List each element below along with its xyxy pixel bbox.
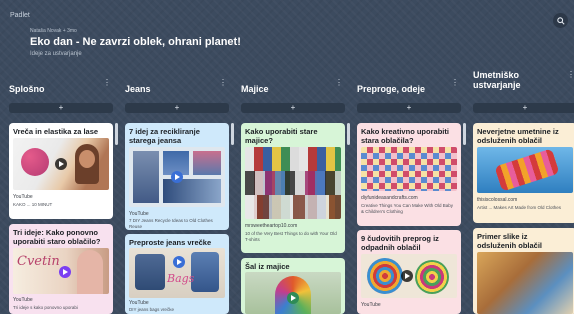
column-title: Majice (241, 84, 269, 94)
post-source: mrsweetheartop10.com (245, 223, 298, 229)
board-header: Padlet Nataša Novak + 3mo Eko dan - Ne z… (0, 0, 574, 78)
post-description: 10 of the Very Best Things to do with Yo… (245, 231, 337, 242)
column-menu-icon[interactable]: ⋮ (103, 78, 111, 87)
board-subtitle: Ideje za ustvarjanje (30, 51, 82, 57)
post-thumbnail[interactable]: Bags (129, 248, 225, 298)
search-icon (556, 16, 565, 25)
play-icon[interactable] (401, 270, 413, 282)
play-icon[interactable] (171, 171, 183, 183)
column-title: Umetniško ustvarjanje (473, 70, 521, 90)
post-card[interactable]: 9 čudovitih preprog iz odpadnih oblačil … (357, 230, 461, 314)
add-post-button[interactable]: + (241, 103, 345, 113)
post-description: Creative Things You Can Make With Old Ba… (361, 203, 453, 214)
post-thumbnail[interactable] (477, 147, 573, 193)
post-card[interactable]: 7 idej za recikliranje starega jeansa Yo… (125, 123, 229, 230)
scrollbar[interactable] (347, 123, 350, 145)
scrollbar[interactable] (115, 123, 118, 145)
post-description: KAKO ... 10 MINUT (13, 202, 53, 207)
post-thumbnail[interactable] (361, 147, 457, 191)
post-card[interactable]: Tri ideje: Kako ponovno uporabiti staro … (9, 224, 113, 314)
post-thumbnail[interactable]: Cvetin (13, 248, 109, 294)
post-title: Kako uporabiti stare majice? (245, 127, 318, 145)
post-source: YouTube (129, 300, 149, 306)
post-source: YouTube (361, 302, 381, 308)
post-source: YouTube (13, 297, 33, 303)
column-title: Jeans (125, 84, 151, 94)
post-title: Vreča in elastika za lase (13, 127, 99, 136)
column-splosno: Splošno ⋮ + Vreča in elastika za lase Yo… (9, 78, 113, 314)
post-description: Tri ideje s kako ponovno uporabi (13, 305, 78, 310)
add-post-button[interactable]: + (357, 103, 461, 113)
play-icon[interactable] (59, 266, 71, 278)
padlet-logo[interactable]: Padlet (10, 12, 30, 19)
column-menu-icon[interactable]: ⋮ (219, 78, 227, 87)
post-source: diyfunideasandcrafts.com (361, 195, 418, 201)
column-title: Preproge, odeje (357, 84, 426, 94)
post-card[interactable]: Kako uporabiti stare majice? mrsweethear… (241, 123, 345, 253)
search-button[interactable] (553, 13, 568, 28)
post-description: DIY jeans bags vrečke (129, 307, 174, 312)
post-description: 7 DIY Jeans Recycle Ideas to Old Clothes… (129, 218, 213, 229)
post-title: Preproste jeans vrečke (129, 238, 212, 247)
add-post-button[interactable]: + (125, 103, 229, 113)
column-menu-icon[interactable]: ⋮ (451, 78, 459, 87)
column-umetnisko-ustvarjanje: Umetniško ustvarjanje ⋮ + Neverjetne ume… (473, 70, 574, 314)
post-description: Artist ... Makes Art Made from Old Cloth… (477, 205, 562, 210)
post-card[interactable]: Šal iz majice (241, 258, 345, 314)
post-title: 7 idej za recikliranje starega jeansa (129, 127, 200, 145)
post-source: thisiscolossal.com (477, 197, 518, 203)
post-thumbnail[interactable] (245, 272, 341, 314)
post-title: Primer slike iz odsluženih oblačil (477, 232, 543, 250)
board-title: Eko dan - Ne zavrzi oblek, ohrani planet… (30, 36, 241, 48)
play-icon[interactable] (173, 256, 185, 268)
post-card[interactable]: Primer slike iz odsluženih oblačil (473, 228, 574, 314)
post-title: Tri ideje: Kako ponovno uporabiti staro … (13, 228, 101, 246)
post-card[interactable]: Vreča in elastika za lase YouTube KAKO .… (9, 123, 113, 219)
board-meta: Nataša Novak + 3mo (30, 28, 77, 34)
post-thumbnail[interactable] (477, 252, 573, 314)
play-icon[interactable] (55, 158, 67, 170)
post-title: 9 čudovitih preprog iz odpadnih oblačil (361, 234, 439, 252)
scrollbar[interactable] (463, 123, 466, 145)
column-preproge-odeje: Preproge, odeje ⋮ + Kako kreativno upora… (357, 78, 461, 314)
post-source: YouTube (13, 194, 33, 200)
post-thumbnail[interactable] (129, 147, 225, 207)
add-post-button[interactable]: + (473, 103, 574, 113)
post-title: Neverjetne umetnine iz odsluženih oblači… (477, 127, 559, 145)
post-card[interactable]: Neverjetne umetnine iz odsluženih oblači… (473, 123, 574, 223)
post-thumbnail[interactable] (361, 254, 457, 298)
add-post-button[interactable]: + (9, 103, 113, 113)
play-icon[interactable] (287, 292, 299, 304)
column-title: Splošno (9, 84, 45, 94)
column-menu-icon[interactable]: ⋮ (335, 78, 343, 87)
post-title: Šal iz majice (245, 262, 290, 271)
column-majice: Majice ⋮ + Kako uporabiti stare majice? … (241, 78, 345, 314)
column-jeans: Jeans ⋮ + 7 idej za recikliranje starega… (125, 78, 229, 314)
post-card[interactable]: Preproste jeans vrečke Bags YouTube DIY … (125, 234, 229, 314)
post-thumbnail[interactable] (13, 138, 109, 190)
post-card[interactable]: Kako kreativno uporabiti stara oblačila?… (357, 123, 461, 226)
post-source: YouTube (129, 211, 149, 217)
post-title: Kako kreativno uporabiti stara oblačila? (361, 127, 449, 145)
column-menu-icon[interactable]: ⋮ (567, 70, 574, 79)
post-thumbnail[interactable] (245, 147, 341, 219)
scrollbar[interactable] (231, 123, 234, 145)
